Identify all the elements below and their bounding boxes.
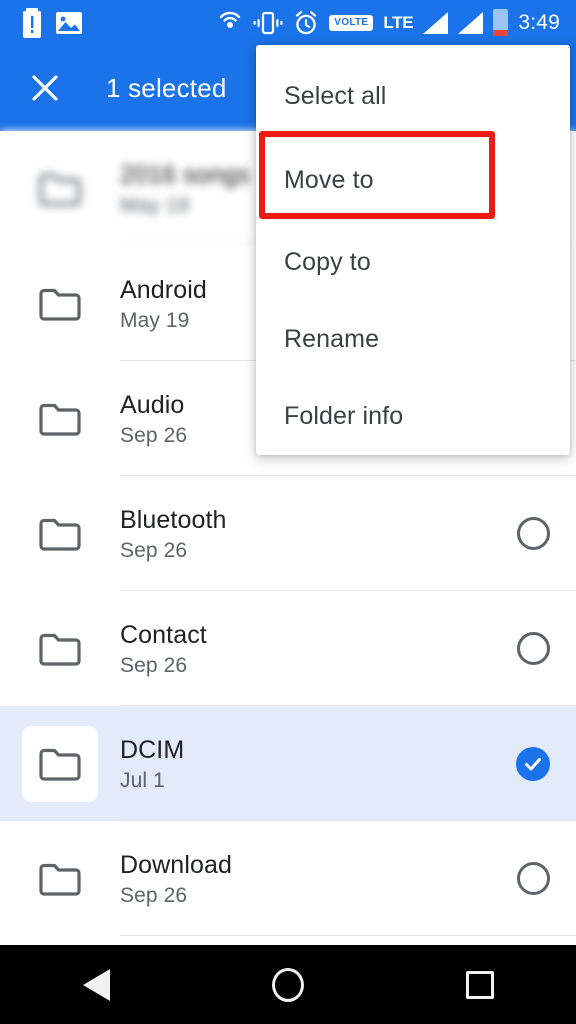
home-button[interactable] (233, 945, 343, 1024)
folder-list-item[interactable]: Contact Sep 26 (0, 591, 576, 706)
folder-date: Sep 26 (120, 883, 188, 907)
folder-icon-wrap (0, 131, 120, 246)
menu-item-label: Copy to (284, 248, 371, 276)
status-bar-left-icons (0, 7, 82, 38)
status-bar-clock: 3:49 (518, 10, 560, 34)
folder-name: Bluetooth (120, 505, 227, 534)
folder-date: Sep 26 (120, 538, 188, 562)
folder-name: DCIM (120, 735, 185, 764)
overflow-menu[interactable]: Select all Move to Copy to Rename Folder inf… (256, 45, 570, 455)
signal-bars-sim1-icon (423, 11, 449, 34)
folder-texts: Contact Sep 26 (120, 620, 490, 678)
close-icon[interactable] (24, 67, 66, 109)
folder-icon (22, 266, 98, 342)
folder-list-item[interactable]: Bluetooth Sep 26 (0, 476, 576, 591)
folder-icon (22, 725, 98, 802)
battery-icon (493, 9, 509, 36)
vibrate-icon (253, 10, 283, 36)
folder-list-item[interactable]: DCIM Jul 1 (0, 706, 576, 821)
checkmark-icon (516, 746, 550, 781)
unchecked-circle-icon (516, 517, 550, 550)
folder-name: Contact (120, 620, 207, 649)
menu-item-rename[interactable]: Rename (256, 301, 570, 378)
row-checkbox[interactable] (490, 632, 576, 665)
recents-button[interactable] (425, 945, 535, 1024)
folder-texts: Download Sep 26 (120, 850, 490, 908)
folder-icon (22, 151, 98, 227)
back-button[interactable] (41, 945, 151, 1024)
photo-icon (56, 11, 82, 35)
folder-icon (22, 496, 98, 572)
folder-icon (22, 611, 98, 687)
folder-icon-wrap (0, 706, 120, 821)
lte-label: LTE (383, 12, 414, 32)
status-bar-right-icons: VOLTE LTE 3:49 (217, 0, 560, 45)
menu-item-label: Move to (284, 166, 374, 194)
battery-alert-icon (22, 7, 42, 38)
folder-texts: DCIM Jul 1 (120, 735, 490, 793)
phone-screen: VOLTE LTE 3:49 1 selected 2016 songs May … (0, 0, 576, 1024)
menu-item-label: Select all (284, 81, 387, 110)
folder-icon-wrap (0, 476, 120, 591)
menu-item-select-all[interactable]: Select all (256, 45, 570, 137)
menu-item-label: Folder info (284, 402, 404, 430)
folder-icon-wrap (0, 361, 120, 476)
folder-icon-wrap (0, 591, 120, 706)
folder-icon-wrap (0, 821, 120, 936)
folder-name: Download (120, 850, 232, 879)
folder-list-item[interactable]: Download Sep 26 (0, 821, 576, 936)
alarm-icon (293, 10, 319, 36)
hotspot-icon (217, 10, 243, 36)
folder-icon-wrap (0, 246, 120, 361)
folder-icon (22, 841, 98, 917)
selection-count-title: 1 selected (106, 72, 227, 103)
folder-icon (22, 381, 98, 457)
folder-texts: Bluetooth Sep 26 (120, 505, 490, 563)
row-divider (120, 935, 576, 936)
unchecked-circle-icon (516, 632, 550, 665)
signal-bars-sim2-icon (458, 11, 484, 34)
menu-item-label: Rename (284, 325, 380, 353)
row-checkbox[interactable] (490, 517, 576, 550)
folder-date: Sep 26 (120, 653, 188, 677)
row-checkbox[interactable] (490, 746, 576, 781)
unchecked-circle-icon (516, 862, 550, 895)
volte-badge: VOLTE (329, 14, 374, 31)
status-bar: VOLTE LTE 3:49 (0, 0, 576, 45)
menu-item-folder-info[interactable]: Folder info (256, 378, 570, 455)
android-navigation-bar (0, 945, 576, 1024)
row-checkbox[interactable] (490, 862, 576, 895)
folder-date: Jul 1 (120, 768, 165, 792)
menu-item-copy-to[interactable]: Copy to (256, 224, 570, 301)
menu-item-move-to[interactable]: Move to (256, 137, 570, 224)
